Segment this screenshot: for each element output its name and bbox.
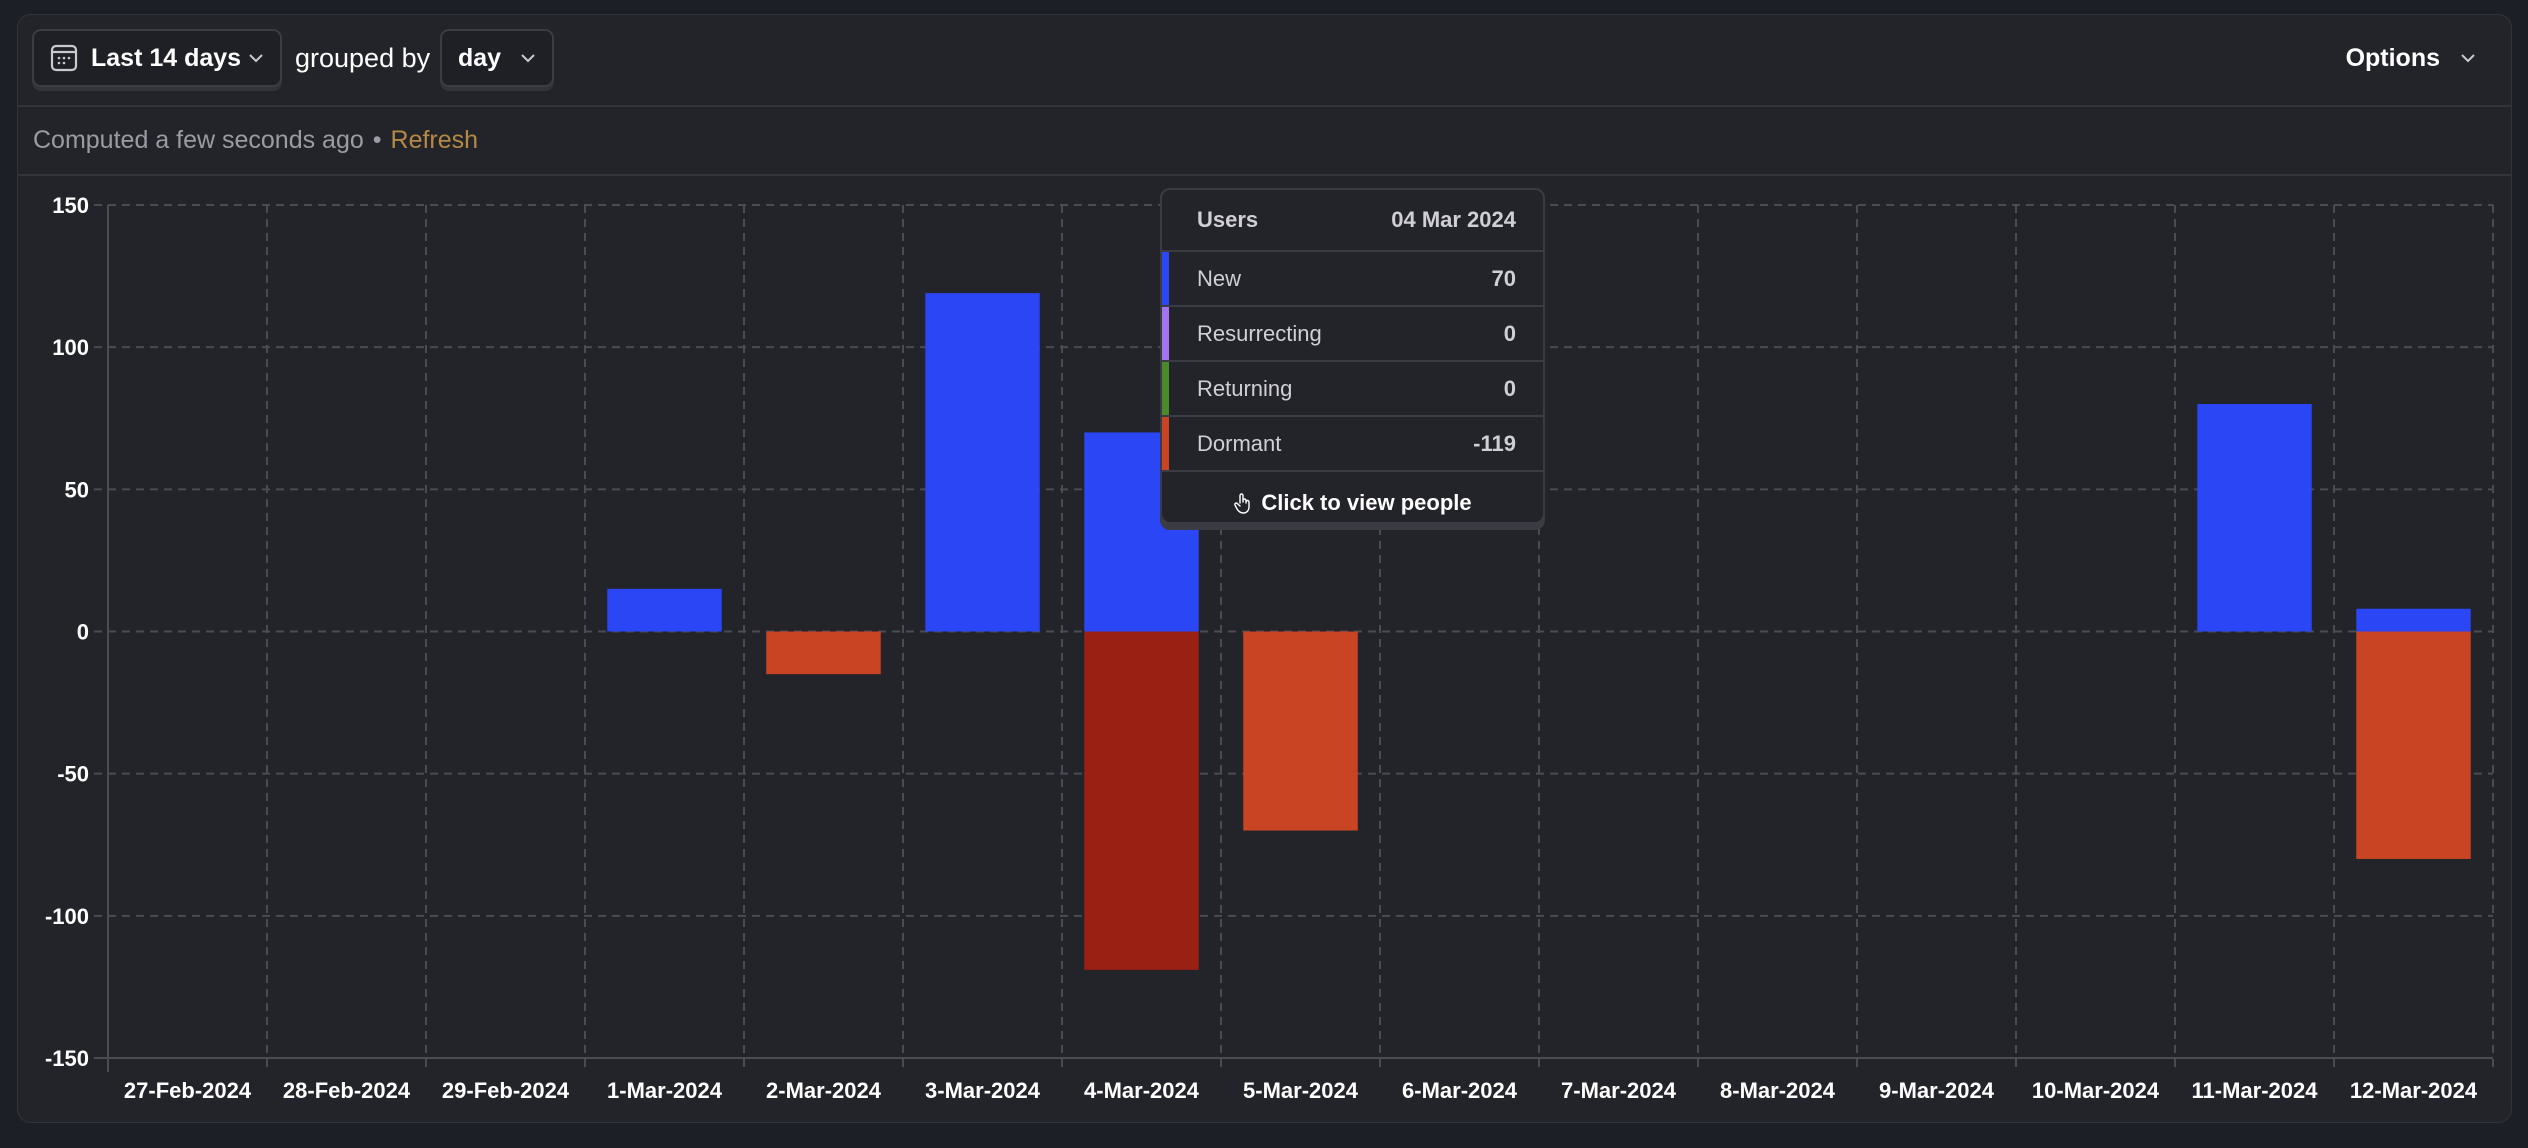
bar-dormant <box>1243 631 1358 831</box>
tooltip-row-returning: Returning 0 <box>1162 362 1543 417</box>
tooltip-row-label: Dormant <box>1197 430 1282 456</box>
tooltip-row-label: Resurrecting <box>1197 320 1322 346</box>
x-tick-label: 7-Mar-2024 <box>1561 1078 1677 1103</box>
x-tick-label: 12-Mar-2024 <box>2350 1078 2478 1103</box>
chart-tooltip: Users 04 Mar 2024 New 70 Resurrecting 0 … <box>1160 188 1545 524</box>
tooltip-row-label: New <box>1197 265 1242 291</box>
bar-dormant <box>1084 631 1199 970</box>
view-people-button[interactable]: Click to view people <box>1162 472 1543 522</box>
x-tick-label: 27-Feb-2024 <box>124 1078 252 1103</box>
x-tick-label: 5-Mar-2024 <box>1243 1078 1359 1103</box>
tooltip-row-value: -119 <box>1473 430 1516 456</box>
x-tick-label: 6-Mar-2024 <box>1402 1078 1518 1103</box>
y-tick-label: 100 <box>52 335 89 360</box>
x-tick-label: 9-Mar-2024 <box>1879 1078 1995 1103</box>
x-tick-label: 1-Mar-2024 <box>607 1078 723 1103</box>
bar-new <box>2356 608 2471 632</box>
x-tick-label: 4-Mar-2024 <box>1084 1078 1200 1103</box>
y-tick-label: 0 <box>77 620 89 645</box>
y-tick-label: -50 <box>57 762 89 787</box>
tooltip-title: Users <box>1197 207 1259 232</box>
lifecycle-chart[interactable]: 150 100 50 0 -50 -100 -150 27-Feb-2024 28-Feb-20… <box>0 0 2528 1148</box>
x-tick-label: 3-Mar-2024 <box>925 1078 1041 1103</box>
x-tick-label: 29-Feb-2024 <box>442 1078 570 1103</box>
tooltip-row-value: 70 <box>1491 265 1516 291</box>
bar-new <box>607 588 722 632</box>
y-tick-label: 150 <box>52 193 89 218</box>
x-tick-label: 28-Feb-2024 <box>283 1078 411 1103</box>
series-swatch-returning <box>1162 362 1169 415</box>
tooltip-row-label: Returning <box>1197 375 1293 401</box>
tooltip-row-value: 0 <box>1503 320 1516 346</box>
series-swatch-new <box>1162 252 1169 305</box>
x-tick-label: 8-Mar-2024 <box>1720 1078 1836 1103</box>
tooltip-row-dormant: Dormant -119 <box>1162 417 1543 472</box>
view-people-label: Click to view people <box>1261 490 1472 515</box>
y-tick-label: -100 <box>45 904 89 929</box>
tooltip-date: 04 Mar 2024 <box>1391 207 1516 232</box>
bar-new <box>2197 404 2312 632</box>
y-tick-label: 50 <box>65 477 89 502</box>
y-tick-label: -150 <box>45 1046 89 1071</box>
x-tick-label: 11-Mar-2024 <box>2192 1078 2319 1103</box>
tooltip-row-new: New 70 <box>1162 252 1543 307</box>
x-tick-label: 2-Mar-2024 <box>766 1078 882 1103</box>
series-swatch-resurrecting <box>1162 307 1169 360</box>
x-tick-label: 10-Mar-2024 <box>2032 1078 2160 1103</box>
bar-new <box>925 293 1040 632</box>
bar-dormant <box>2356 631 2471 859</box>
bar-dormant <box>766 631 881 675</box>
tooltip-header: Users 04 Mar 2024 <box>1162 190 1543 252</box>
tooltip-row-value: 0 <box>1503 375 1516 401</box>
series-swatch-dormant <box>1162 417 1169 470</box>
tooltip-row-resurrecting: Resurrecting 0 <box>1162 307 1543 362</box>
hand-pointer-icon <box>1234 493 1251 514</box>
